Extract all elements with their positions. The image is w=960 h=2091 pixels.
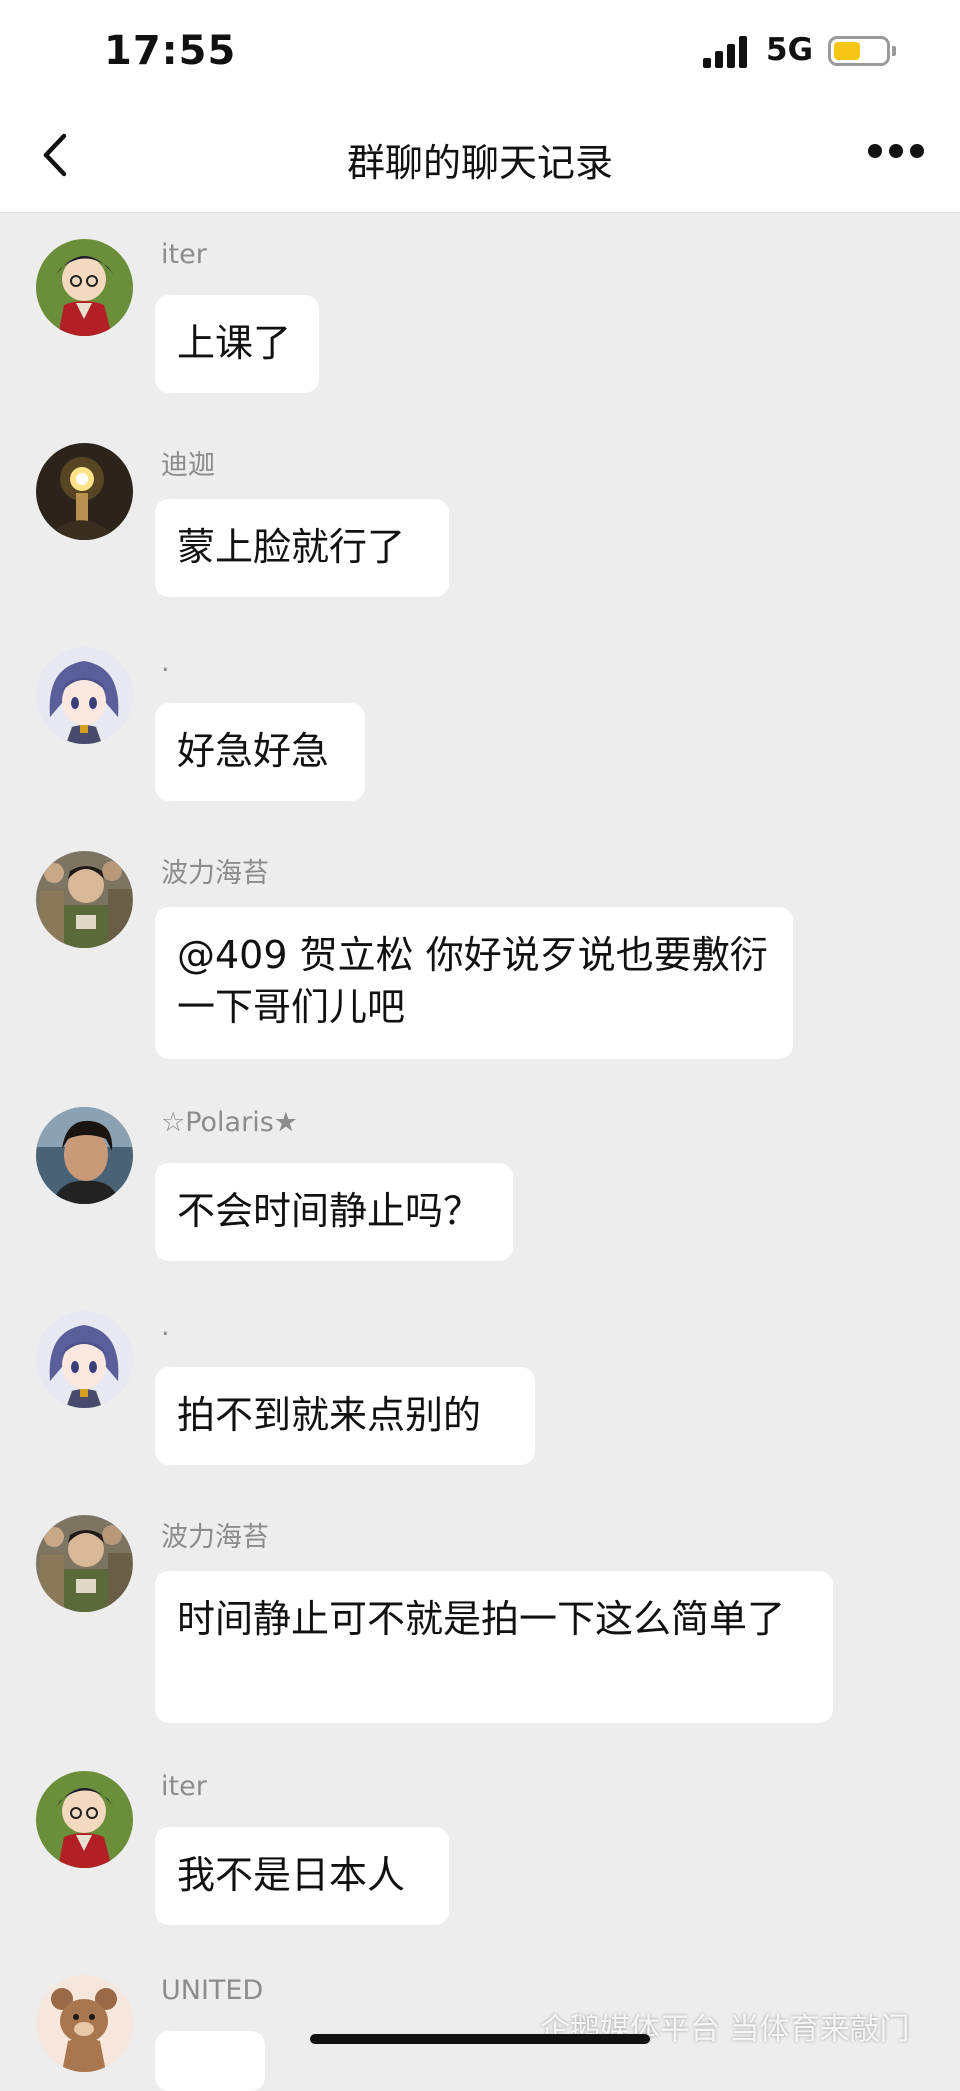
message-bubble[interactable]: @409 贺立松 你好说歹说也要敷衍一下哥们儿吧 [155,907,793,1059]
message-bubble[interactable]: 时间静止可不就是拍一下这么简单了 [155,1571,833,1723]
page-title: 群聊的聊天记录 [346,141,613,185]
message-bubble[interactable]: 上课了 [155,295,319,393]
network-type: 5G [766,32,814,68]
battery-icon [828,36,896,66]
sender-name: 波力海苔 [161,1522,269,1553]
person-photo-avatar-icon [36,1107,133,1204]
crowd-photo-avatar-icon [36,1515,133,1612]
glowing-light-avatar-icon [36,443,133,540]
sender-name: 迪迦 [161,450,215,481]
sender-name: ☆Polaris★ [161,1107,298,1138]
message-bubble[interactable]: 不会时间静止吗？ [155,1163,513,1261]
avatar[interactable] [36,647,133,744]
avatar[interactable] [36,1975,133,2072]
message-bubble[interactable]: 我不是日本人 [155,1827,449,1925]
crowd-photo-avatar-icon [36,851,133,948]
anime-detective-avatar-icon [36,1771,133,1868]
anime-girl-avatar-icon [36,1311,133,1408]
anime-detective-avatar-icon [36,239,133,336]
avatar[interactable] [36,851,133,948]
signal-strength-icon [703,36,749,68]
avatar[interactable] [36,443,133,540]
sender-name: 波力海苔 [161,858,269,889]
nav-bar: 群聊的聊天记录 [0,100,960,213]
sender-name: iter [161,239,207,270]
sender-name: iter [161,1771,207,1802]
avatar[interactable] [36,239,133,336]
more-options-button[interactable] [868,144,924,160]
status-time: 17:55 [104,28,237,74]
avatar[interactable] [36,1107,133,1204]
bear-avatar-icon [36,1975,133,2072]
sender-name: UNITED [161,1975,264,2006]
avatar[interactable] [36,1771,133,1868]
anime-girl-avatar-icon [36,647,133,744]
home-indicator[interactable] [310,2034,650,2044]
message-bubble[interactable] [155,2031,265,2091]
avatar[interactable] [36,1311,133,1408]
message-bubble[interactable]: 好急好急 [155,703,365,801]
status-bar: 17:55 5G [0,0,960,100]
sender-name: . [161,647,170,678]
message-bubble[interactable]: 拍不到就来点别的 [155,1367,535,1465]
sender-name: . [161,1311,170,1342]
avatar[interactable] [36,1515,133,1612]
message-bubble[interactable]: 蒙上脸就行了 [155,499,449,597]
